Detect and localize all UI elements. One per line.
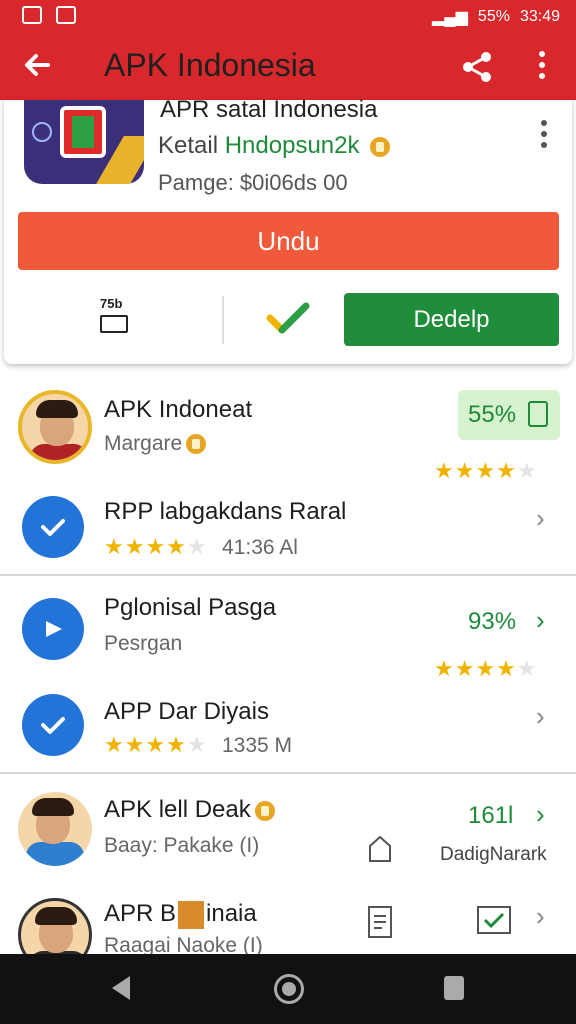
notification-icon — [22, 6, 42, 24]
developer-link[interactable]: Hndopsun2k — [225, 132, 360, 159]
item-meta: 41:36 Al — [222, 536, 298, 559]
app-bar: APK Indonesia — [0, 34, 576, 100]
card-menu-icon[interactable] — [536, 120, 552, 154]
coin-icon — [186, 434, 207, 455]
message-icon — [56, 6, 76, 24]
item-title: Pglonisal Pasga — [104, 594, 277, 621]
list-item[interactable]: Pglonisal Pasga Pesrgan 93% › ★★★★★ — [0, 586, 576, 686]
folder-icon — [100, 315, 128, 333]
item-meta: 1335 M — [222, 734, 293, 757]
item-subtitle: Pesrgan — [104, 632, 183, 655]
back-arrow-icon[interactable] — [20, 48, 54, 82]
signal-icon: ▂▄▆ — [431, 9, 468, 26]
divider — [222, 296, 224, 344]
secondary-action-button[interactable]: Dedelp — [344, 293, 559, 346]
chevron-right-icon[interactable]: › — [536, 903, 556, 929]
tag-icon[interactable] — [366, 834, 394, 864]
item-label: DadigNarark — [440, 844, 547, 865]
battery-level: 55% — [477, 8, 510, 25]
chevron-right-icon[interactable]: › — [536, 801, 556, 827]
item-subtitle: Raagai Naoke (I) — [104, 934, 263, 954]
page-title: APK Indonesia — [104, 47, 316, 83]
avatar — [18, 792, 92, 866]
item-subtitle: Baay: Pakake (I) — [104, 834, 260, 857]
system-navigation-bar — [0, 954, 576, 1024]
coin-icon — [254, 800, 275, 821]
play-circle-icon — [22, 598, 84, 660]
divider — [0, 772, 576, 774]
check-circle-icon — [22, 496, 84, 558]
item-title: APP Dar Diyais — [104, 698, 269, 725]
app-badge-icon — [32, 122, 52, 142]
status-bar: ▂▄▆ 55% 33:49 — [0, 0, 576, 34]
document-icon[interactable] — [366, 904, 394, 940]
avatar — [18, 898, 92, 954]
app-badge-icon — [178, 900, 205, 929]
item-subtitle: Margare — [104, 432, 207, 456]
item-title: APK Indoneat — [104, 396, 253, 423]
rating-stars: ★★★★★ — [434, 458, 538, 483]
featured-app-card: APR satal Indonesia Ketail Hndopsun2k Pa… — [4, 96, 572, 364]
clock: 33:49 — [519, 8, 560, 25]
avatar — [18, 390, 92, 464]
phone-icon — [528, 401, 548, 427]
list-item[interactable]: APR Binaia Raagai Naoke (I) › — [0, 890, 576, 954]
developer: Ketail Hndopsun2k — [158, 132, 391, 160]
item-title: APK lell Deak — [104, 796, 275, 824]
size-label: 75b — [100, 296, 123, 311]
nav-back-icon[interactable] — [112, 976, 130, 1000]
coin-icon — [370, 136, 391, 157]
item-value: 93% — [468, 608, 517, 635]
rating-stars: ★★★★★ — [104, 732, 208, 757]
nav-home-icon[interactable] — [274, 974, 304, 1004]
overflow-menu-icon[interactable] — [530, 48, 554, 84]
verified-check-icon — [266, 296, 310, 340]
item-title: APR Binaia — [104, 900, 257, 929]
app-meta: Pamge: $0i06ds 00 — [158, 170, 348, 195]
list-item[interactable]: RPP labgakdans Raral ★★★★★ 41:36 Al › — [0, 488, 576, 572]
size-info: 75b — [100, 296, 140, 340]
item-title: RPP labgakdans Raral — [104, 498, 347, 525]
chevron-right-icon[interactable]: › — [536, 607, 556, 633]
app-icon[interactable] — [24, 100, 144, 184]
checklist-icon[interactable] — [476, 904, 512, 940]
progress-chip[interactable]: 55% — [458, 390, 560, 440]
divider — [0, 574, 576, 576]
rating-stars: ★★★★★ — [434, 656, 538, 681]
app-name: APR satal Indonesia — [160, 96, 378, 123]
list-item[interactable]: APP Dar Diyais ★★★★★ 1335 M › — [0, 686, 576, 770]
rating-stars: ★★★★★ — [104, 534, 208, 559]
download-button[interactable]: Undu — [18, 212, 559, 270]
list-item[interactable]: APK lell Deak Baay: Pakake (I) 161l › Da… — [0, 788, 576, 888]
share-icon[interactable] — [460, 50, 494, 84]
nav-recents-icon[interactable] — [444, 976, 464, 1000]
chevron-right-icon[interactable]: › — [536, 505, 556, 531]
item-value: 161l — [468, 802, 514, 829]
chevron-right-icon[interactable]: › — [536, 703, 556, 729]
check-circle-icon — [22, 694, 84, 756]
list-item[interactable]: APK Indoneat Margare 55% ★★★★★ — [0, 390, 576, 486]
